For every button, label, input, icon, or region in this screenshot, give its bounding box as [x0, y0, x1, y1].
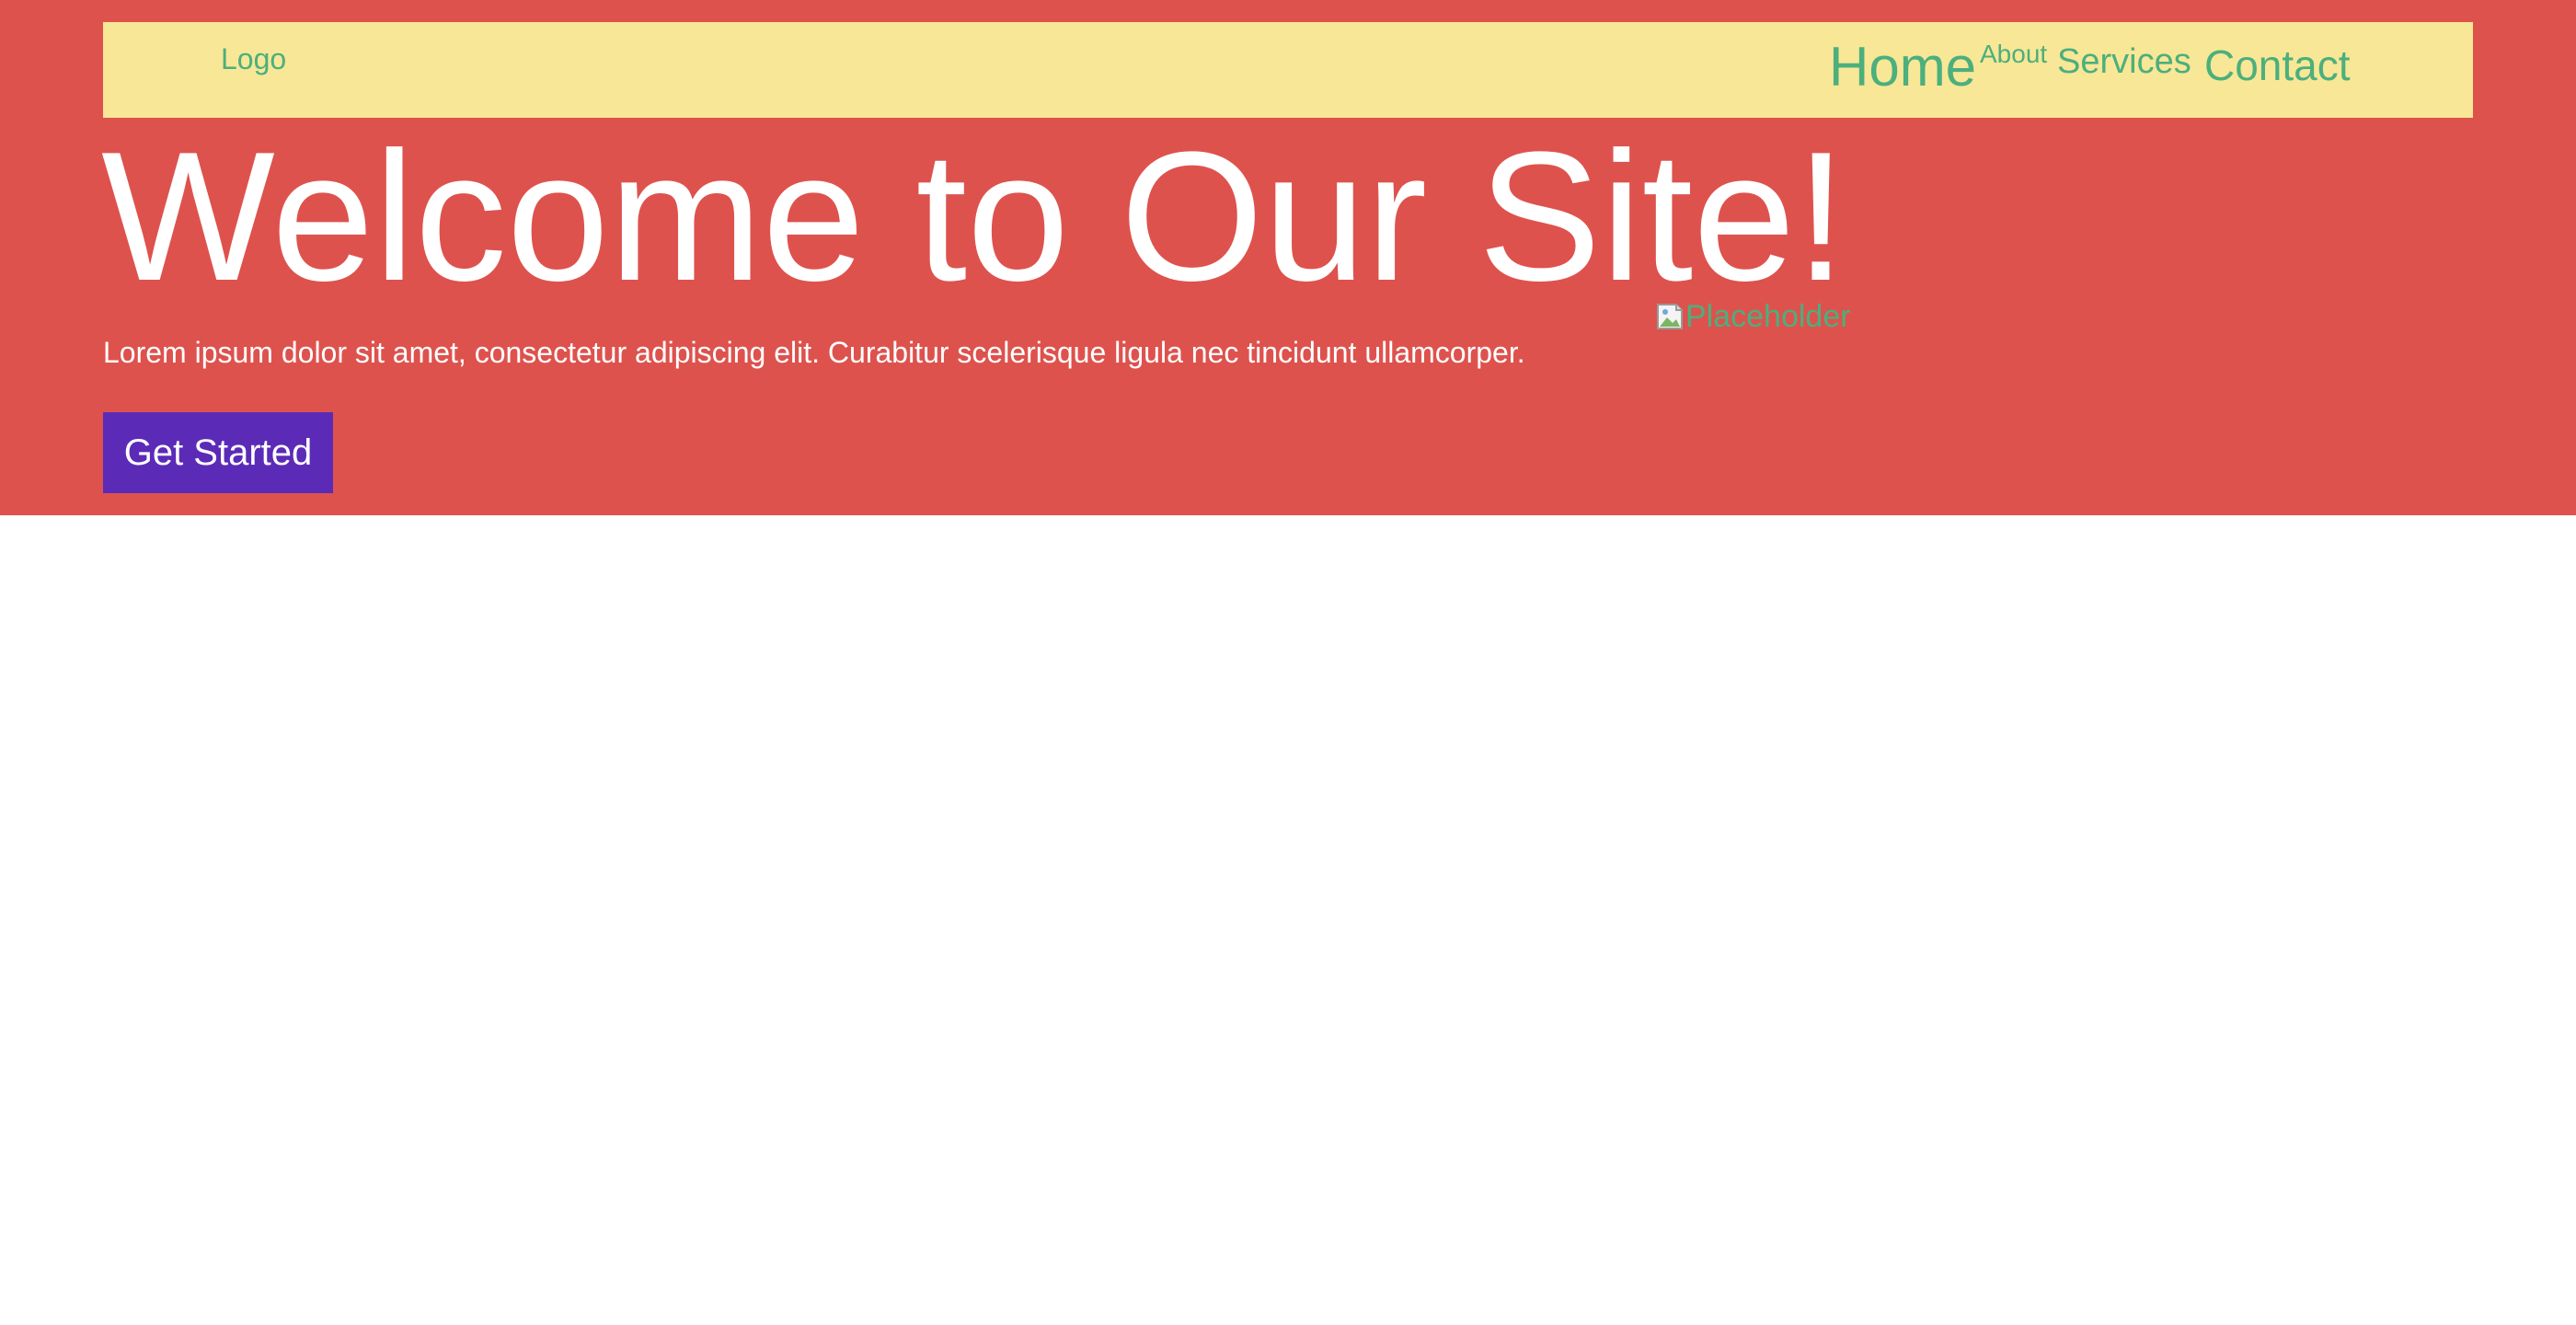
hero-description: Lorem ipsum dolor sit amet, consectetur … [103, 336, 1525, 369]
nav-link-home[interactable]: Home [1829, 35, 1976, 99]
broken-image-icon [1656, 303, 1684, 330]
hero-section: Logo Home About Services Contact Welcome… [0, 0, 2576, 515]
logo-link[interactable]: Logo [221, 40, 286, 77]
navbar: Logo Home About Services Contact [103, 22, 2473, 118]
nav-link-about[interactable]: About [1980, 39, 2047, 70]
nav-link-contact[interactable]: Contact [2204, 40, 2351, 90]
nav-link-services[interactable]: Services [2057, 40, 2191, 83]
hero-image-alt-text: Placeholder [1685, 299, 1851, 334]
hero-image-placeholder: Placeholder [1656, 298, 1851, 335]
hero-title: Welcome to Our Site! [101, 114, 1846, 319]
get-started-button[interactable]: Get Started [103, 412, 333, 493]
